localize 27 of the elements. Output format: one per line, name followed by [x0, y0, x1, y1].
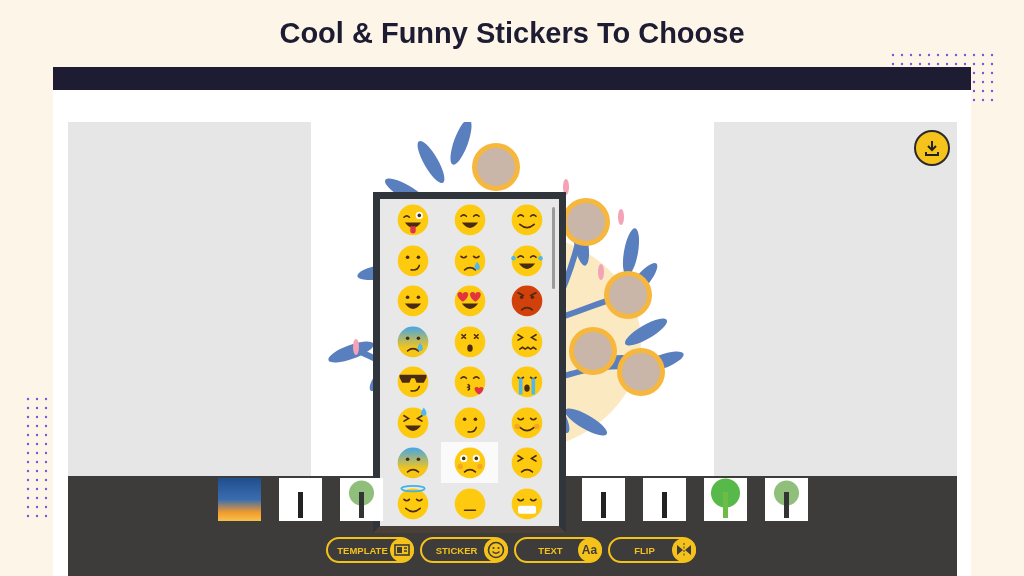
template-button[interactable]: TEMPLATE	[325, 537, 414, 563]
petal-icon	[618, 209, 624, 225]
photo-placeholder	[569, 327, 617, 375]
template-thumbnail[interactable]	[642, 478, 686, 521]
scrollbar[interactable]	[552, 207, 555, 289]
download-icon	[923, 139, 941, 157]
flip-button[interactable]: FLIP	[607, 537, 696, 563]
layout-icon	[393, 544, 410, 556]
photo-placeholder	[604, 271, 652, 319]
template-thumbnail[interactable]	[581, 478, 625, 521]
flip-icon	[675, 542, 692, 558]
template-thumbnail[interactable]	[278, 478, 322, 521]
text-icon: Aa	[581, 543, 598, 557]
template-thumbnail[interactable]	[703, 478, 747, 521]
petal-icon	[353, 339, 359, 355]
photo-placeholder	[472, 143, 520, 191]
template-thumbnail[interactable]	[339, 478, 383, 521]
petal-icon	[563, 179, 569, 195]
photo-placeholder	[617, 348, 665, 396]
template-thumbnail[interactable]	[217, 478, 261, 521]
text-button[interactable]: TEXT Aa	[513, 537, 602, 563]
smiley-icon	[486, 541, 505, 559]
sticker-button[interactable]: STICKER	[419, 537, 508, 563]
template-thumbnail[interactable]	[764, 478, 808, 521]
download-button[interactable]	[914, 130, 950, 166]
petal-icon	[598, 264, 604, 280]
page-heading: Cool & Funny Stickers To Choose	[278, 16, 746, 51]
